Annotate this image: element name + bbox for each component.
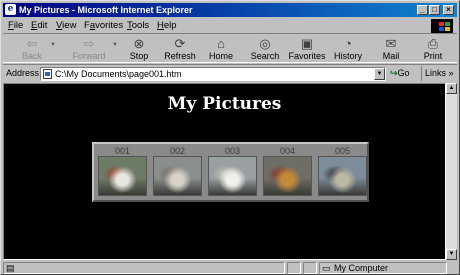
computer-icon: ▭	[322, 263, 331, 273]
forward-dropdown-icon[interactable]: ▼	[112, 42, 118, 48]
search-button[interactable]: ◎ Search	[247, 36, 283, 63]
forward-arrow-icon: ⇨	[83, 36, 95, 51]
address-bar: Address C:\My Documents\page001.htm ▼ ↪G…	[3, 64, 457, 82]
print-button[interactable]: ⎙ Print	[419, 36, 447, 63]
page-content: My Pictures 001 002 003 004 005	[3, 83, 446, 260]
internet-explorer-icon[interactable]: e	[5, 4, 16, 15]
home-icon: ⌂	[217, 36, 225, 51]
address-dropdown-button[interactable]: ▼	[374, 68, 385, 80]
thumbnail-001[interactable]: 001	[96, 146, 149, 199]
go-button[interactable]: ↪Go	[390, 68, 410, 79]
thumbnail-number: 004	[279, 146, 296, 156]
stop-button[interactable]: ⊗ Stop	[123, 36, 155, 63]
address-input[interactable]: C:\My Documents\page001.htm ▼	[40, 67, 386, 81]
favorites-folder-icon: ▣	[300, 36, 314, 51]
thumbnail-image-woman-reading-on-beach[interactable]	[318, 156, 367, 196]
thumbnail-002[interactable]: 002	[151, 146, 204, 199]
back-dropdown-icon[interactable]: ▼	[50, 42, 56, 48]
favorites-button[interactable]: ▣ Favorites	[285, 36, 329, 63]
thumbnail-image-seashells[interactable]	[208, 156, 257, 196]
history-icon: ◔	[344, 36, 352, 51]
history-button[interactable]: ◔ History	[330, 36, 366, 63]
links-button[interactable]: Links »	[421, 66, 457, 81]
status-bar: ▤ ▭ My Computer	[3, 261, 457, 274]
window-title: My Pictures - Microsoft Internet Explore…	[19, 5, 193, 15]
thumbnail-004[interactable]: 004	[261, 146, 314, 199]
refresh-icon: ⟳	[174, 36, 186, 51]
thumbnail-number: 001	[114, 146, 131, 156]
mail-button[interactable]: ✉ Mail	[377, 36, 405, 63]
thumbnail-number: 005	[334, 146, 351, 156]
page-icon	[43, 69, 52, 79]
menu-help[interactable]: Help	[157, 20, 177, 31]
maximize-button[interactable]: □	[429, 5, 440, 15]
browser-window: e My Pictures - Microsoft Internet Explo…	[0, 0, 460, 275]
stop-icon: ⊗	[133, 36, 145, 51]
forward-button[interactable]: ⇨ Forward ▼	[69, 36, 117, 63]
page-status-icon: ▤	[6, 263, 15, 273]
status-text-cell: ▤	[3, 262, 285, 274]
close-button[interactable]: ×	[443, 5, 454, 15]
vertical-scrollbar[interactable]: ▲ ▼	[446, 83, 457, 260]
zone-label: My Computer	[334, 263, 389, 273]
title-bar[interactable]: e My Pictures - Microsoft Internet Explo…	[3, 3, 457, 17]
thumbnail-005[interactable]: 005	[316, 146, 369, 199]
address-label: Address	[6, 68, 40, 78]
go-arrow-icon: ↪	[390, 68, 398, 78]
thumbnail-003[interactable]: 003	[206, 146, 259, 199]
menu-file[interactable]: File	[8, 20, 23, 31]
menu-tools[interactable]: Tools	[127, 20, 149, 31]
resize-grip-icon[interactable]	[447, 262, 457, 274]
home-button[interactable]: ⌂ Home	[205, 36, 237, 63]
scroll-down-button[interactable]: ▼	[446, 249, 457, 260]
page-title: My Pictures	[167, 94, 282, 114]
mail-icon: ✉	[385, 36, 397, 51]
search-icon: ◎	[259, 36, 271, 51]
back-arrow-icon: ⇦	[26, 36, 38, 51]
thumbnail-image-fruit-basket[interactable]	[263, 156, 312, 196]
zone-cell: ▭ My Computer	[319, 262, 447, 274]
menu-favorites[interactable]: Favorites	[84, 20, 123, 31]
thumbnail-image-flowers-in-vase[interactable]	[98, 156, 147, 196]
scroll-up-button[interactable]: ▲	[446, 83, 457, 94]
thumbnail-image-candles-and-shells[interactable]	[153, 156, 202, 196]
thumbnail-number: 003	[224, 146, 241, 156]
menu-edit[interactable]: Edit	[31, 20, 47, 31]
status-cell-security	[303, 262, 317, 274]
minimize-button[interactable]: _	[417, 5, 428, 15]
windows-logo-icon	[431, 19, 453, 33]
menu-view[interactable]: View	[56, 20, 76, 31]
refresh-button[interactable]: ⟳ Refresh	[161, 36, 199, 63]
address-url[interactable]: C:\My Documents\page001.htm	[55, 69, 182, 80]
thumbnail-strip: 001 002 003 004 005	[92, 142, 369, 202]
print-icon: ⎙	[427, 36, 439, 51]
menu-bar: File Edit View Favorites Tools Help	[3, 18, 457, 33]
status-cell-progress	[287, 262, 301, 274]
standard-toolbar: ⇦ Back ▼ ⇨ Forward ▼ ⊗ Stop ⟳ Refresh ⌂ …	[3, 33, 457, 63]
thumbnail-number: 002	[169, 146, 186, 156]
back-button[interactable]: ⇦ Back ▼	[17, 36, 56, 63]
